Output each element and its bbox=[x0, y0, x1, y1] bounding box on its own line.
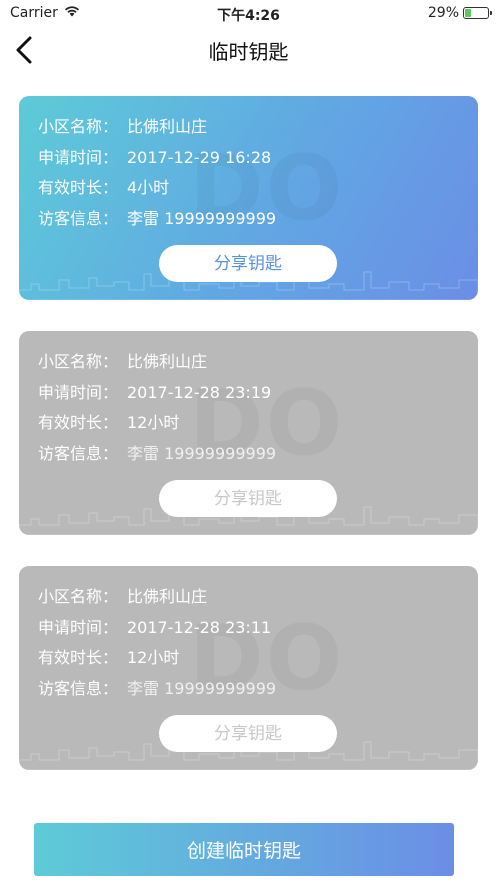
battery-icon bbox=[463, 7, 492, 19]
row-duration: 有效时长： 4小时 bbox=[38, 173, 276, 204]
row-visitor: 访客信息： 李雷 19999999999 bbox=[38, 439, 276, 470]
value: 4小时 bbox=[127, 178, 170, 197]
label: 申请时间： bbox=[38, 382, 119, 402]
row-community: 小区名称： 比佛利山庄 bbox=[38, 112, 276, 143]
row-community: 小区名称： 比佛利山庄 bbox=[38, 582, 276, 613]
value: 李雷 19999999999 bbox=[127, 678, 277, 698]
row-visitor: 访客信息： 李雷 19999999999 bbox=[38, 674, 276, 705]
label: 访客信息： bbox=[38, 443, 119, 463]
row-apply-time: 申请时间： 2017-12-28 23:19 bbox=[38, 378, 276, 409]
nav-bar: 临时钥匙 bbox=[0, 26, 497, 74]
label: 访客信息： bbox=[38, 208, 119, 228]
key-card: DO 小区名称：比佛利山庄 申请时间：2017-12-28 23:19 有效时长… bbox=[19, 331, 478, 535]
label: 有效时长： bbox=[38, 178, 119, 197]
label: 小区名称： bbox=[38, 117, 119, 136]
value: 2017-12-28 23:11 bbox=[127, 617, 272, 637]
value: 12小时 bbox=[127, 413, 180, 432]
share-key-button[interactable]: 分享钥匙 bbox=[159, 715, 337, 752]
label: 申请时间： bbox=[38, 147, 119, 167]
create-temp-key-button[interactable]: 创建临时钥匙 bbox=[34, 823, 454, 876]
value: 比佛利山庄 bbox=[127, 587, 208, 606]
row-apply-time: 申请时间： 2017-12-28 23:11 bbox=[38, 613, 276, 644]
key-card: DO 小区名称：比佛利山庄 申请时间：2017-12-28 23:11 有效时长… bbox=[19, 566, 478, 770]
label: 申请时间： bbox=[38, 617, 119, 637]
row-apply-time: 申请时间： 2017-12-29 16:28 bbox=[38, 143, 276, 174]
label: 小区名称： bbox=[38, 587, 119, 606]
row-duration: 有效时长： 12小时 bbox=[38, 643, 276, 674]
share-key-button[interactable]: 分享钥匙 bbox=[159, 245, 337, 282]
row-visitor: 访客信息： 李雷 19999999999 bbox=[38, 204, 276, 235]
label: 有效时长： bbox=[38, 648, 119, 667]
status-time: 下午4:26 bbox=[217, 8, 280, 24]
value: 2017-12-29 16:28 bbox=[127, 147, 272, 167]
value: 李雷 19999999999 bbox=[127, 443, 277, 463]
key-card: DO 小区名称：比佛利山庄 申请时间：2017-12-29 16:28 有效时长… bbox=[19, 96, 478, 300]
row-community: 小区名称： 比佛利山庄 bbox=[38, 347, 276, 378]
page-title: 临时钥匙 bbox=[208, 40, 289, 64]
status-bar: Carrier 下午4:26 29% bbox=[0, 0, 497, 26]
share-key-button[interactable]: 分享钥匙 bbox=[159, 480, 337, 517]
battery-level bbox=[465, 9, 471, 17]
label: 访客信息： bbox=[38, 678, 119, 698]
battery-percent: 29% bbox=[427, 5, 459, 21]
label: 小区名称： bbox=[38, 352, 119, 371]
value: 2017-12-28 23:19 bbox=[127, 382, 272, 402]
value: 12小时 bbox=[127, 648, 180, 667]
value: 李雷 19999999999 bbox=[127, 208, 277, 228]
label: 有效时长： bbox=[38, 413, 119, 432]
row-duration: 有效时长： 12小时 bbox=[38, 408, 276, 439]
value: 比佛利山庄 bbox=[127, 352, 208, 371]
value: 比佛利山庄 bbox=[127, 117, 208, 136]
